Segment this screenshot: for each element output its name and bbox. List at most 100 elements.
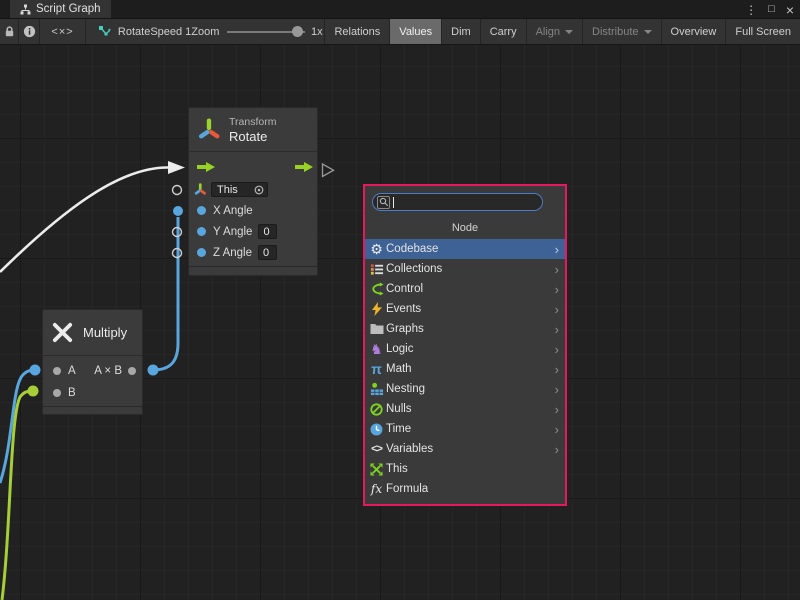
zoom-control: Zoom bbox=[191, 19, 309, 44]
fullscreen-button[interactable]: Full Screen bbox=[726, 19, 800, 44]
rotate-node[interactable]: Transform Rotate This bbox=[188, 107, 318, 267]
values-button[interactable]: Values bbox=[390, 19, 442, 44]
finder-item-time[interactable]: Time › bbox=[365, 419, 565, 439]
folder-icon bbox=[368, 322, 385, 337]
chevron-right-icon: › bbox=[555, 283, 559, 296]
window-close-icon[interactable]: × bbox=[786, 3, 794, 17]
clock-icon bbox=[368, 422, 385, 437]
info-button[interactable] bbox=[19, 19, 40, 44]
flow-wire[interactable] bbox=[0, 167, 168, 272]
flow-out-arrow-icon[interactable] bbox=[295, 162, 313, 172]
chevron-right-icon: › bbox=[555, 383, 559, 396]
multiply-icon bbox=[51, 321, 74, 344]
this-field-value: This bbox=[217, 184, 238, 196]
dim-button[interactable]: Dim bbox=[442, 19, 481, 44]
zoom-slider[interactable] bbox=[227, 31, 305, 33]
zoom-slider-knob[interactable] bbox=[292, 26, 303, 37]
tab-script-graph[interactable]: Script Graph bbox=[10, 0, 111, 18]
chevron-right-icon: › bbox=[555, 243, 559, 256]
align-button[interactable]: Align bbox=[527, 19, 583, 44]
relations-button[interactable]: Relations bbox=[325, 19, 390, 44]
x-angle-port[interactable] bbox=[197, 206, 206, 215]
finder-item-logic[interactable]: ♞ Logic › bbox=[365, 339, 565, 359]
multiply-b-endpoint[interactable] bbox=[28, 386, 39, 397]
graph-breadcrumb[interactable]: RotateSpeed 1 bbox=[86, 19, 191, 44]
multiply-output-endpoint[interactable] bbox=[148, 365, 159, 376]
transform-icon bbox=[197, 117, 222, 142]
finder-item-math[interactable]: π Math › bbox=[365, 359, 565, 379]
distribute-button[interactable]: Distribute bbox=[583, 19, 661, 44]
events-icon bbox=[368, 302, 385, 317]
zoom-label: Zoom bbox=[191, 26, 219, 38]
x-angle-wire-endpoint[interactable] bbox=[173, 206, 183, 216]
window-maximize-icon[interactable]: □ bbox=[768, 4, 775, 15]
title-bar: Script Graph ⋮ □ × bbox=[0, 0, 800, 19]
z-angle-port[interactable] bbox=[197, 248, 206, 257]
window-menu-icon[interactable]: ⋮ bbox=[745, 4, 757, 16]
x-angle-port-row[interactable]: X Angle bbox=[189, 200, 317, 221]
object-picker-icon[interactable] bbox=[254, 185, 264, 195]
finder-item-nulls[interactable]: Nulls › bbox=[365, 399, 565, 419]
flow-out-triangle-icon[interactable] bbox=[323, 164, 334, 177]
multiply-node-footer bbox=[42, 406, 143, 415]
overview-button[interactable]: Overview bbox=[662, 19, 727, 44]
graph-tab-icon bbox=[20, 4, 31, 15]
z-angle-port-row[interactable]: Z Angle 0 bbox=[189, 242, 317, 263]
finder-item-formula[interactable]: fx Formula bbox=[365, 479, 565, 499]
chevron-down-icon bbox=[644, 30, 652, 34]
multiply-a-endpoint[interactable] bbox=[30, 365, 41, 376]
finder-item-collections[interactable]: Collections › bbox=[365, 259, 565, 279]
align-label: Align bbox=[536, 26, 560, 38]
multiply-a-row[interactable]: A A × B bbox=[43, 360, 142, 382]
z-angle-input[interactable]: 0 bbox=[258, 245, 277, 260]
finder-item-this[interactable]: This bbox=[365, 459, 565, 479]
finder-item-variables[interactable]: <> Variables › bbox=[365, 439, 565, 459]
result-port[interactable] bbox=[128, 367, 136, 375]
finder-item-graphs[interactable]: Graphs › bbox=[365, 319, 565, 339]
y-angle-input[interactable]: 0 bbox=[258, 224, 277, 239]
script-graph-icon bbox=[98, 25, 112, 39]
distribute-label: Distribute bbox=[592, 26, 638, 38]
this-port-row[interactable]: This bbox=[189, 179, 317, 200]
value-wire-blue[interactable] bbox=[153, 217, 178, 370]
x-angle-label: X Angle bbox=[213, 205, 253, 217]
z-angle-label: Z Angle bbox=[213, 247, 252, 259]
finder-item-codebase[interactable]: ⚙ Codebase › bbox=[365, 239, 565, 259]
zoom-value: 1x bbox=[309, 19, 325, 44]
graph-canvas[interactable]: Transform Rotate This bbox=[0, 45, 800, 600]
flow-wire-arrow-icon bbox=[168, 161, 185, 174]
multiply-b-row[interactable]: B bbox=[43, 382, 142, 403]
carry-button[interactable]: Carry bbox=[481, 19, 527, 44]
y-angle-outer-port[interactable] bbox=[173, 228, 182, 237]
multiply-node[interactable]: Multiply A A × B B bbox=[42, 309, 143, 407]
chevron-right-icon: › bbox=[555, 443, 559, 456]
pi-icon: π bbox=[368, 362, 385, 377]
code-view-button[interactable]: <×> bbox=[40, 19, 86, 44]
search-icon bbox=[377, 196, 390, 209]
a-label: A bbox=[68, 365, 76, 377]
fuzzy-finder-popup: Node ⚙ Codebase › Colle bbox=[363, 184, 567, 506]
value-wire-blue-a[interactable] bbox=[0, 370, 35, 483]
gear-icon: ⚙ bbox=[368, 242, 385, 257]
y-angle-port-row[interactable]: Y Angle 0 bbox=[189, 221, 317, 242]
finder-item-control[interactable]: Control › bbox=[365, 279, 565, 299]
z-angle-outer-port[interactable] bbox=[173, 249, 182, 258]
b-port[interactable] bbox=[53, 389, 61, 397]
y-angle-port[interactable] bbox=[197, 227, 206, 236]
finder-item-events[interactable]: Events › bbox=[365, 299, 565, 319]
flow-in-arrow-icon[interactable] bbox=[197, 162, 215, 172]
chevron-down-icon bbox=[565, 30, 573, 34]
search-input[interactable] bbox=[372, 193, 543, 211]
a-port[interactable] bbox=[53, 367, 61, 375]
value-wire-green-b[interactable] bbox=[2, 391, 33, 600]
null-icon bbox=[368, 402, 385, 417]
info-icon bbox=[23, 25, 36, 38]
y-angle-label: Y Angle bbox=[213, 226, 252, 238]
output-label: A × B bbox=[94, 365, 122, 377]
lock-button[interactable] bbox=[0, 19, 19, 44]
finder-item-nesting[interactable]: Nesting › bbox=[365, 379, 565, 399]
nesting-icon bbox=[368, 382, 385, 397]
flow-row bbox=[189, 155, 317, 179]
this-object-field[interactable]: This bbox=[211, 182, 268, 197]
this-outer-port[interactable] bbox=[173, 186, 182, 195]
